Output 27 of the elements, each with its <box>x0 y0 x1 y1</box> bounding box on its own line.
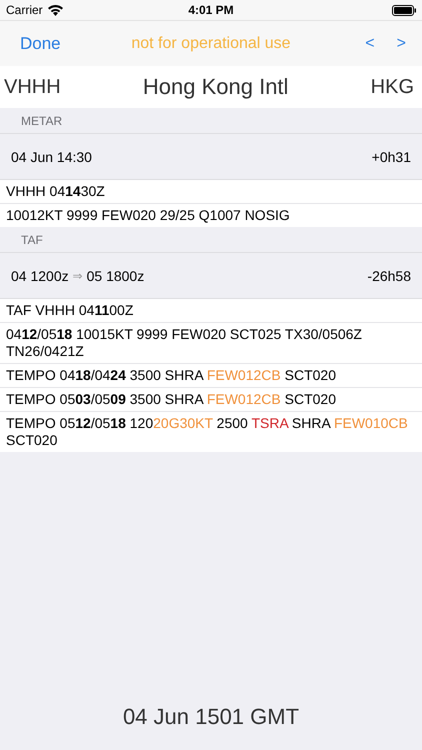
done-button[interactable]: Done <box>20 34 61 54</box>
wifi-icon <box>48 4 63 16</box>
next-button[interactable]: > <box>392 32 410 54</box>
arrow-glyph: ⇒ <box>72 268 83 282</box>
report-line: TEMPO 0503/0509 3500 SHRA FEW012CB SCT020 <box>0 388 422 412</box>
age-label: +0h31 <box>372 148 411 164</box>
age-label: -26h58 <box>367 268 411 284</box>
notice-label: not for operational use <box>131 34 291 52</box>
battery-icon <box>392 4 416 16</box>
icao-code: VHHH <box>4 76 61 98</box>
report-line: VHHH 041430Z <box>0 180 422 204</box>
current-time: 04 Jun 1501 GMT <box>122 704 300 730</box>
valid-time-end: 05 1800z <box>86 268 144 284</box>
iata-code: HKG <box>370 76 414 98</box>
clock-time: 4:01 PM <box>188 3 234 17</box>
report-line: TEMPO 0512/0518 12020G30KT 2500 TSRA SHRA FEW010CB SCT020 <box>5 414 409 450</box>
previous-button[interactable]: < <box>361 32 379 54</box>
section-header: METAR <box>21 114 62 128</box>
report-line: 10012KT 9999 FEW020 29/25 Q1007 NOSIG <box>5 206 291 225</box>
carrier-label: Carrier <box>6 3 43 17</box>
section-header: TAF <box>21 232 43 246</box>
valid-time: 04 1200z <box>11 268 69 284</box>
report-line: TEMPO 0418/0424 3500 SHRA FEW012CB SCT020 <box>0 364 422 388</box>
report-line: TAF VHHH 041100Z <box>0 299 422 323</box>
valid-time: 04 Jun 14:30 <box>11 148 92 164</box>
report-line: 0412/0518 10015KT 9999 FEW020 SCT025 TX30/0506Z TN26/0421Z <box>0 323 422 364</box>
airport-name: Hong Kong Intl <box>142 74 288 100</box>
